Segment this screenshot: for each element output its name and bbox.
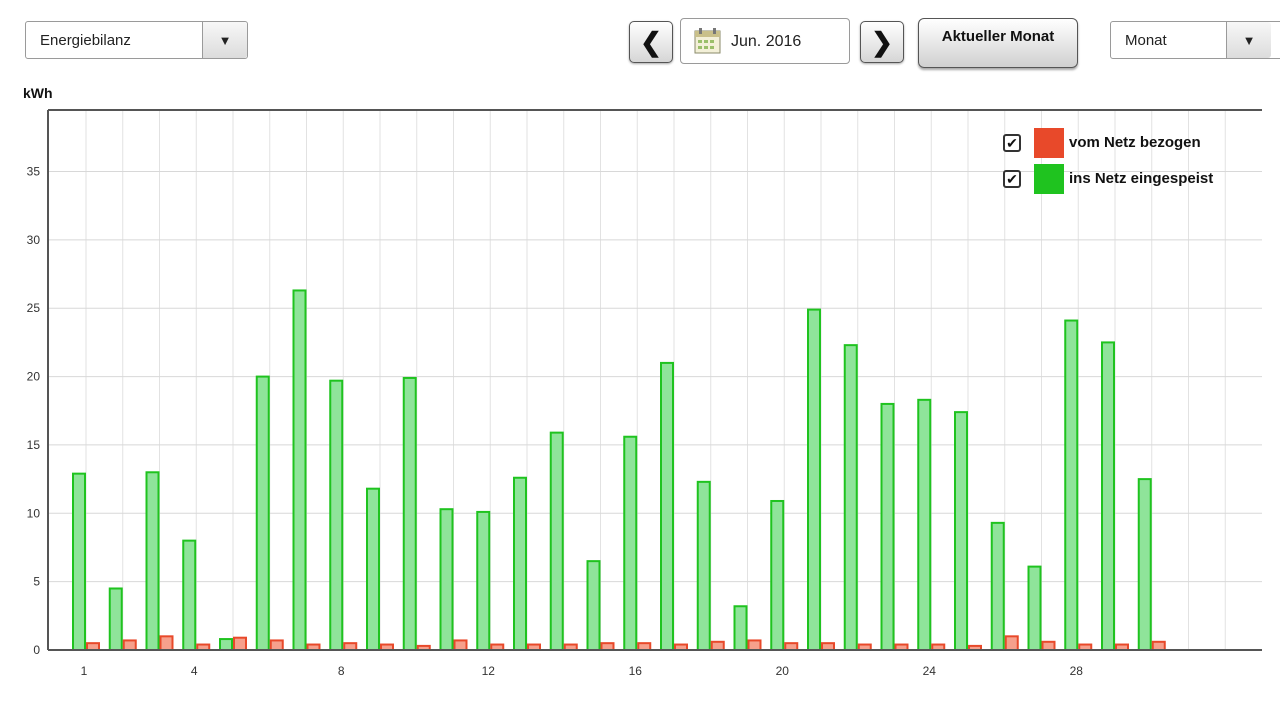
bar-feed-in: [880, 402, 895, 651]
bar-feed-in: [1064, 319, 1079, 651]
bar-feed-in: [329, 379, 344, 651]
x-tick-label: 1: [81, 664, 88, 678]
y-tick-label: 5: [33, 575, 40, 589]
legend-label-grid-feed: ins Netz eingespeist: [1069, 170, 1214, 187]
bar-feed-in: [807, 308, 821, 651]
bar-grid-draw: [747, 639, 762, 651]
bar-feed-in: [476, 510, 491, 651]
bar-grid-draw: [637, 642, 652, 651]
bar-feed-in: [917, 398, 932, 651]
bar-feed-in: [439, 508, 454, 651]
x-tick-label: 16: [629, 664, 643, 678]
bar-grid-draw: [453, 639, 468, 651]
legend-label-grid-draw: vom Netz bezogen: [1069, 134, 1201, 151]
bar-grid-draw: [1004, 635, 1019, 651]
x-tick-label: 24: [923, 664, 937, 678]
bar-grid-draw: [600, 642, 615, 651]
bar-feed-in: [954, 411, 968, 651]
legend-swatch-grid-feed: [1034, 164, 1064, 194]
bar-feed-in: [843, 344, 858, 651]
bar-feed-in: [549, 431, 564, 651]
bar-feed-in: [1137, 478, 1152, 651]
legend-checkbox-grid-feed[interactable]: ✔: [1003, 170, 1021, 188]
bar-grid-draw: [784, 642, 799, 651]
bar-feed-in: [366, 487, 380, 651]
bar-feed-in: [219, 638, 233, 652]
bar-grid-draw: [122, 639, 137, 651]
x-tick-label: 20: [776, 664, 790, 678]
bar-grid-draw: [269, 639, 284, 651]
y-tick-label: 30: [27, 233, 41, 247]
bar-feed-in: [733, 605, 748, 652]
x-tick-label: 28: [1070, 664, 1084, 678]
bar-feed-in: [292, 289, 307, 651]
checkmark-icon: ✔: [1006, 171, 1018, 187]
bar-feed-in: [623, 435, 638, 652]
legend-swatch-grid-draw: [1034, 128, 1064, 158]
bar-grid-draw: [233, 636, 247, 652]
checkmark-icon: ✔: [1006, 135, 1018, 151]
bar-feed-in: [990, 521, 1005, 652]
bar-grid-draw: [710, 640, 725, 652]
bar-feed-in: [586, 560, 601, 651]
bar-feed-in: [1101, 341, 1115, 651]
bar-feed-in: [145, 471, 160, 651]
y-tick-label: 35: [27, 165, 41, 179]
y-tick-label: 15: [27, 438, 41, 452]
bar-feed-in: [72, 472, 86, 651]
bar-feed-in: [1027, 565, 1042, 652]
bar-grid-draw: [821, 642, 835, 651]
energy-balance-chart: 0 5 10 15 20 25 30 35 1 4 8 12 16 20 24 28: [27, 109, 1262, 678]
bar-grid-draw: [159, 635, 174, 651]
bar-grid-draw: [1151, 640, 1166, 652]
bar-feed-in: [770, 499, 785, 651]
legend-checkbox-grid-draw[interactable]: ✔: [1003, 134, 1021, 152]
bar-feed-in: [108, 587, 123, 652]
bar-feed-in: [696, 480, 711, 652]
bar-feed-in: [513, 476, 527, 651]
y-tick-label: 0: [33, 643, 40, 657]
x-tick-label: 12: [482, 664, 496, 678]
bar-feed-in: [255, 375, 270, 651]
bar-grid-draw: [1041, 640, 1056, 652]
bar-grid-draw: [343, 642, 358, 651]
x-tick-label: 8: [338, 664, 345, 678]
bar-grid-draw: [86, 642, 100, 651]
y-tick-label: 10: [27, 506, 41, 520]
y-tick-label: 25: [27, 301, 41, 315]
bar-feed-in: [660, 361, 674, 651]
bar-feed-in: [182, 539, 197, 652]
bar-feed-in: [402, 376, 417, 651]
y-tick-label: 20: [27, 370, 41, 384]
x-tick-label: 4: [191, 664, 198, 678]
